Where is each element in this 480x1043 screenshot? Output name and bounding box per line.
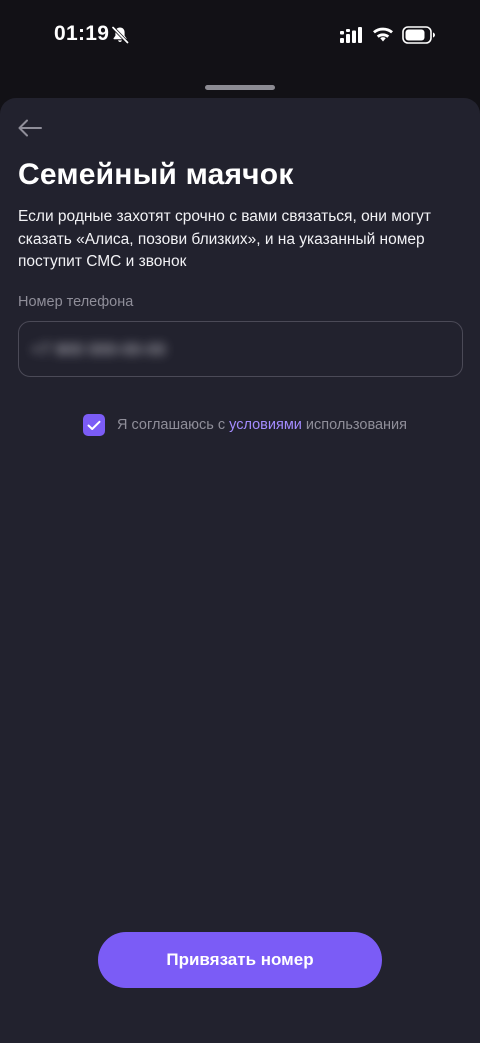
phone-field-label: Номер телефона [18, 294, 134, 310]
terms-consent-row: Я соглашаюсь с условиями использования [83, 414, 407, 436]
terms-text: Я соглашаюсь с условиями использования [117, 417, 407, 433]
phone-input-value: +7 900 000-00-00 [31, 340, 166, 359]
status-time: 01:19 [54, 22, 110, 45]
terms-text-before: Я соглашаюсь с [117, 417, 230, 433]
bell-muted-icon [111, 26, 129, 44]
signal-icon [340, 27, 362, 43]
page-title: Семейный маячок [18, 158, 294, 191]
page-description: Если родные захотят срочно с вами связат… [18, 208, 431, 270]
terms-checkbox[interactable] [83, 414, 105, 436]
phone-input[interactable]: +7 900 000-00-00 [18, 321, 463, 377]
battery-icon [402, 26, 435, 44]
checkmark-icon [87, 420, 101, 430]
sheet-grabber[interactable] [205, 85, 275, 90]
bottom-sheet: Семейный маячок Если родные захотят сроч… [0, 98, 480, 1043]
terms-text-after: использования [301, 417, 408, 433]
back-arrow-icon[interactable] [16, 116, 44, 140]
link-number-button[interactable]: Привязать номер [98, 932, 382, 988]
terms-link[interactable]: условиями [229, 417, 302, 433]
wifi-icon [373, 27, 393, 42]
status-bar: 01:19 [0, 0, 480, 72]
